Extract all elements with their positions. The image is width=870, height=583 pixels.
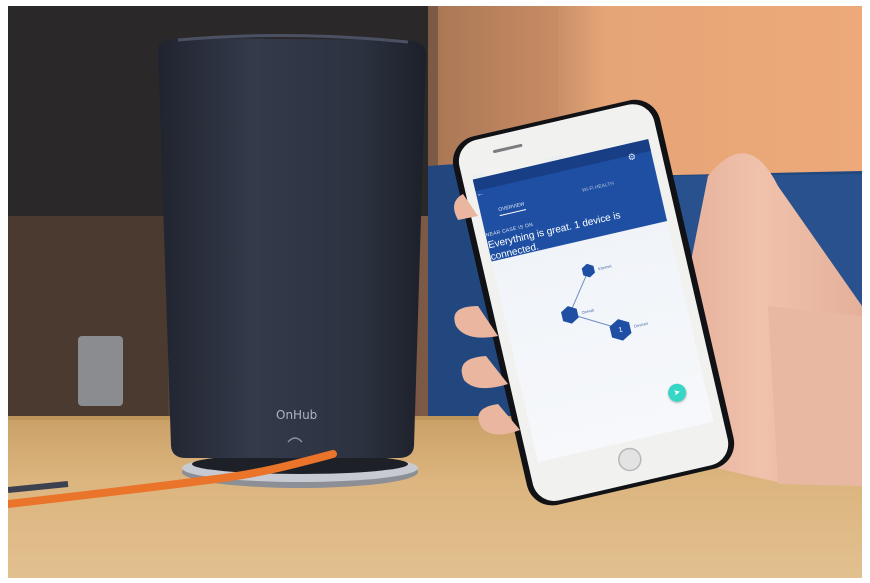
router-icon[interactable] <box>560 304 580 325</box>
speed-icon[interactable]: ➤ <box>666 381 688 404</box>
gear-icon[interactable]: ⚙ <box>627 151 637 164</box>
photo-scene: OnHub AT&T 2:09 PM 75% ← ⚙ OVERVIEW Wi-F… <box>8 6 862 578</box>
node-label-devices: Devices <box>633 321 648 329</box>
forearm <box>768 306 862 486</box>
node-label-onhub: OnHub <box>581 307 595 315</box>
carrier-label: AT&T <box>471 172 486 182</box>
globe-icon[interactable] <box>581 262 596 278</box>
photo-background <box>8 6 862 578</box>
battery-label: 75% <box>621 138 634 147</box>
wall-outlet <box>78 336 123 406</box>
tab-wifi-health[interactable]: Wi-Fi HEALTH <box>582 181 615 194</box>
node-label-internet: Internet <box>598 263 613 271</box>
onhub-router <box>158 38 426 458</box>
back-arrow-icon[interactable]: ← <box>475 188 485 199</box>
router-brand: OnHub <box>276 408 318 422</box>
tab-overview[interactable]: OVERVIEW <box>497 201 527 217</box>
